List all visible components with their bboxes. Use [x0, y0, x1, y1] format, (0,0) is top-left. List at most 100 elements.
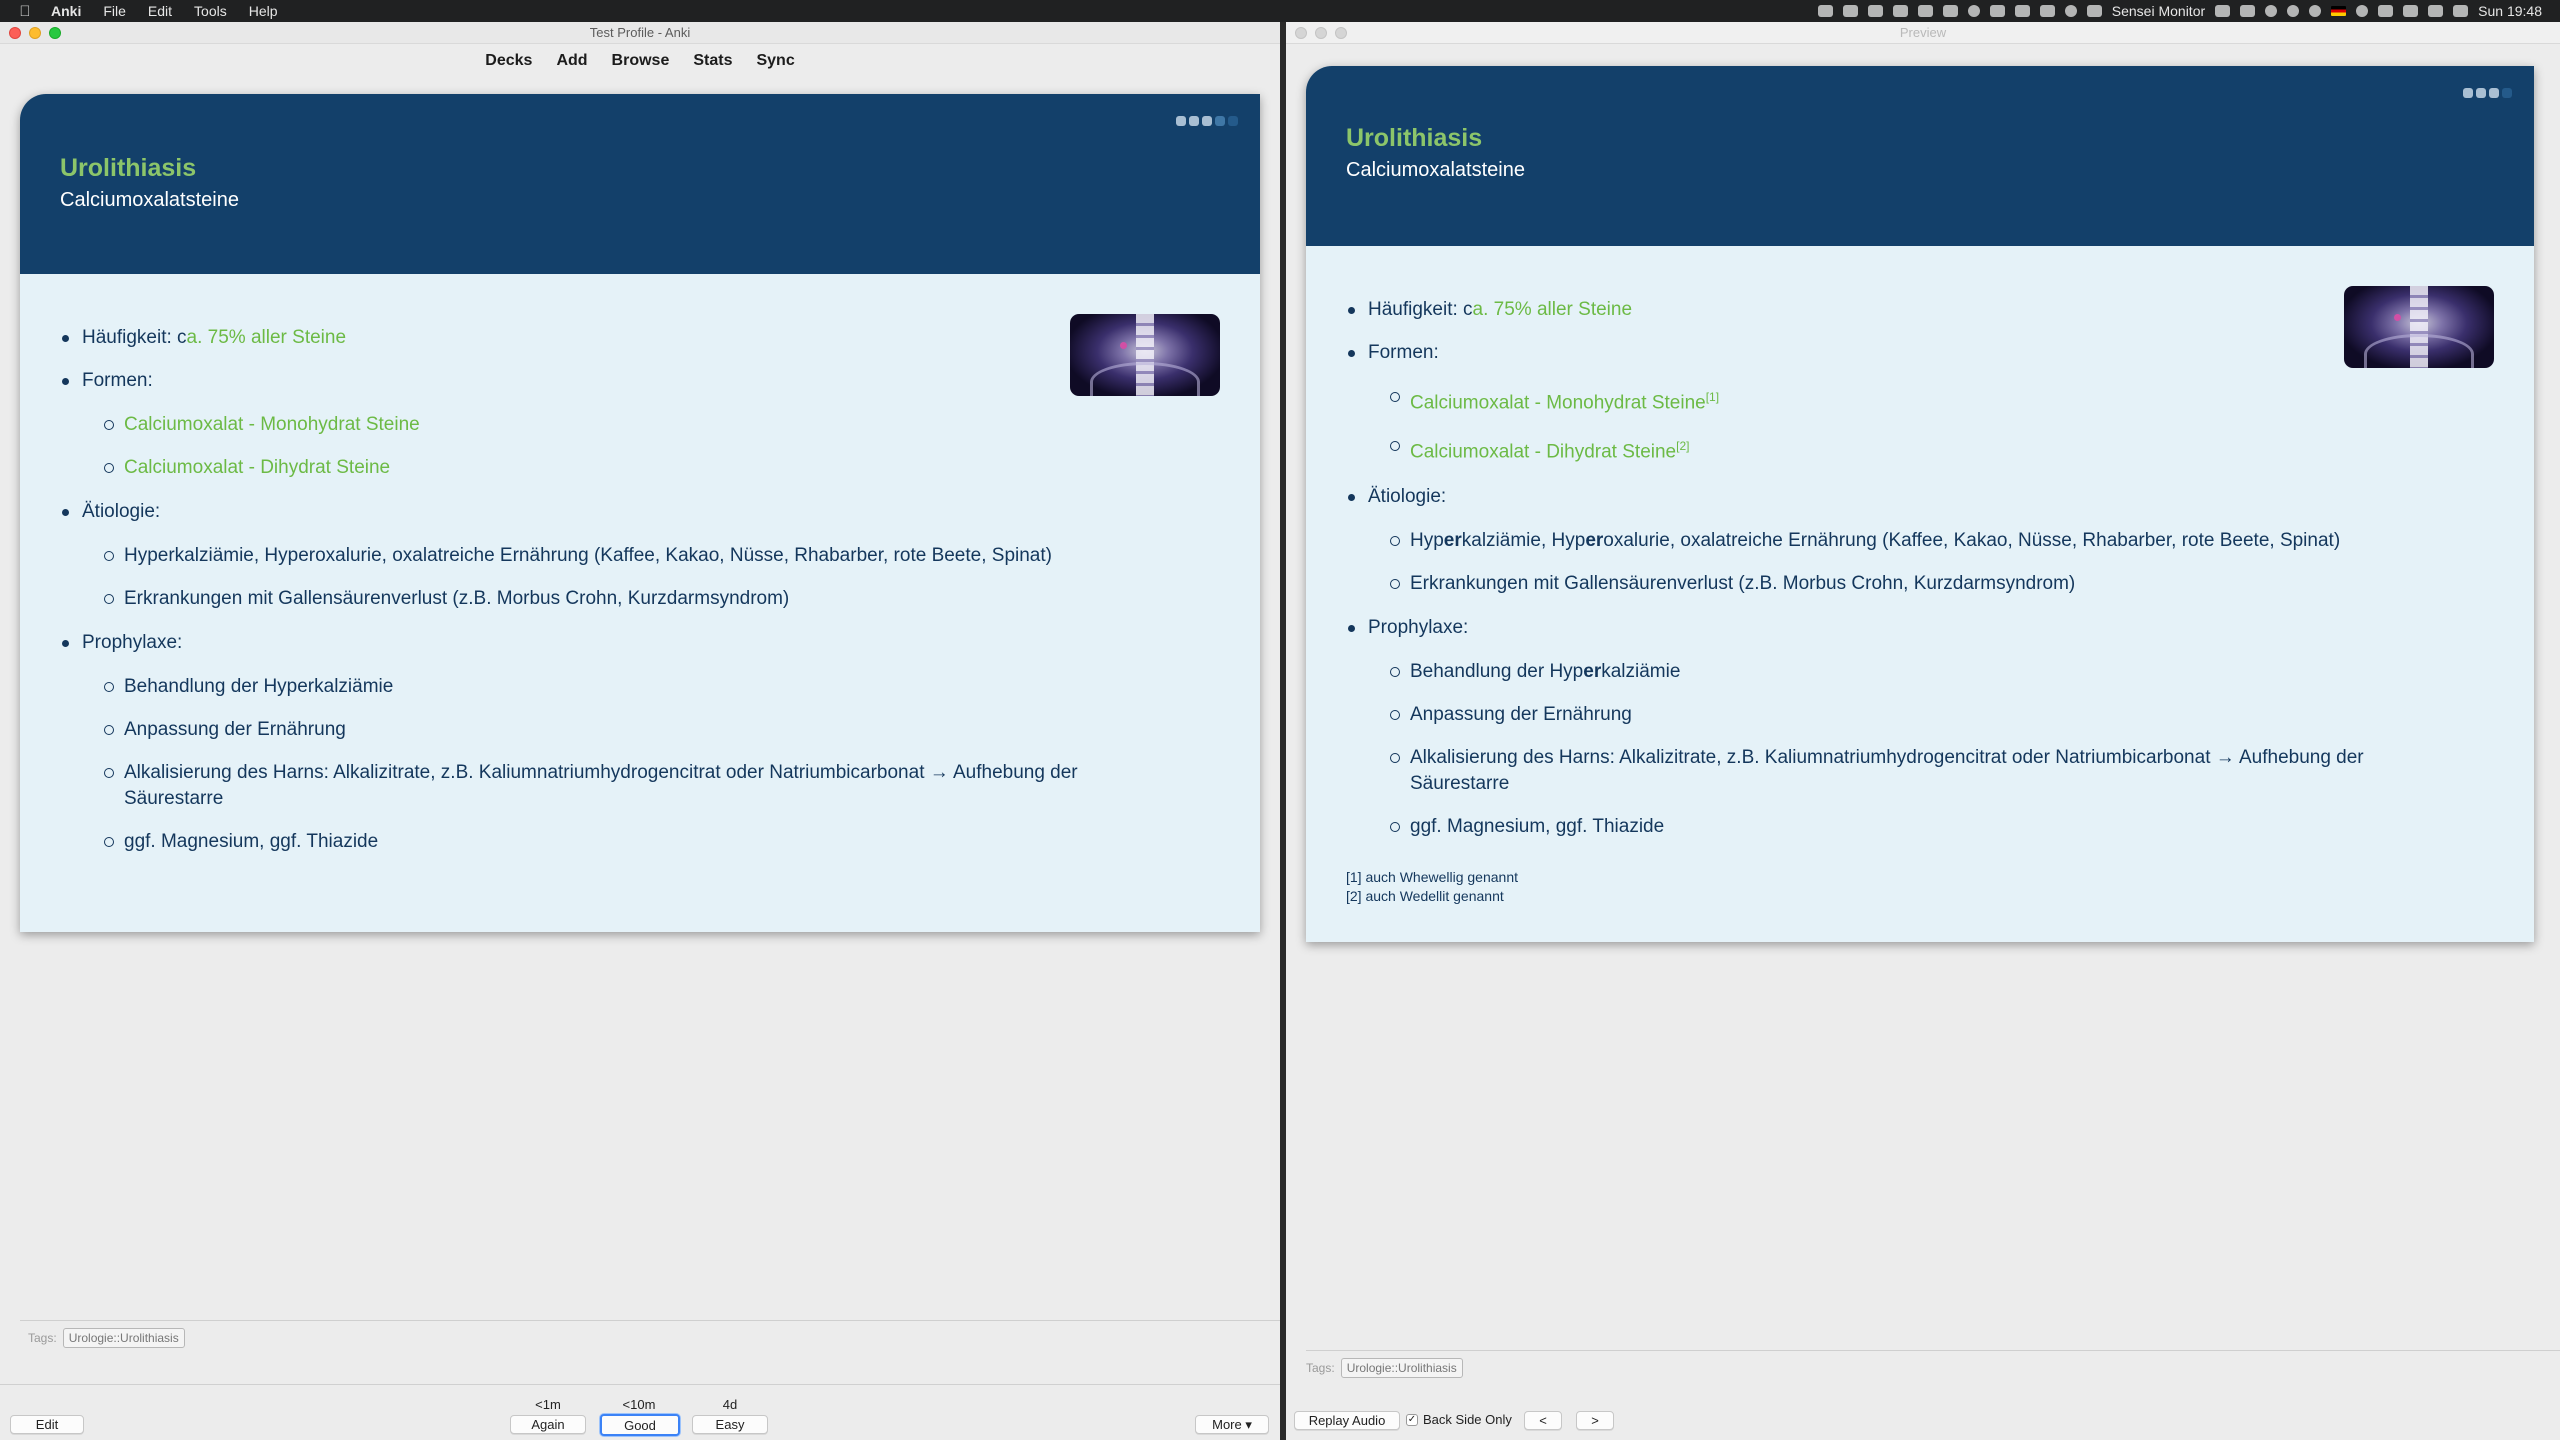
minimize-icon[interactable]: [29, 27, 41, 39]
toolbar-add[interactable]: Add: [544, 52, 599, 70]
list-item: Calciumoxalat - Dihydrat Steine: [102, 455, 1220, 481]
zoom-icon[interactable]: [1335, 27, 1347, 39]
card-subtitle: Calciumoxalatsteine: [1346, 159, 1525, 181]
preview-title: Preview: [1899, 25, 1947, 40]
preview-window-controls: [1295, 27, 1347, 39]
footnote: [2] auch Wedellit genannt: [1346, 887, 1504, 904]
list-item: Hyperkalziämie, Hyperoxalurie, oxalatrei…: [1388, 528, 2494, 554]
vpn-icon[interactable]: [2265, 5, 2278, 17]
status-area: Sensei Monitor Sun 19:48: [1817, 3, 2560, 19]
card-subtitle: Calciumoxalatsteine: [60, 189, 239, 211]
zoom-icon[interactable]: [49, 27, 61, 39]
menubar:  Anki File Edit Tools Help Sensei Monit…: [0, 0, 2560, 22]
again-button[interactable]: Again: [510, 1415, 586, 1434]
list-item: ggf. Magnesium, ggf. Thiazide: [102, 829, 1220, 855]
cloud-sync-icon[interactable]: [1842, 5, 1858, 17]
card-body: Häufigkeit: ca. 75% aller Steine Formen:…: [1306, 246, 2534, 906]
check-icon[interactable]: [1967, 5, 1980, 17]
footnote-ref[interactable]: [2]: [1676, 439, 1689, 453]
grid-icon[interactable]: [1892, 5, 1908, 17]
more-button[interactable]: More ▾: [1195, 1415, 1269, 1434]
list-item: Hyperkalziämie, Hyperoxalurie, oxalatrei…: [102, 543, 1220, 569]
back-side-only-label: Back Side Only: [1423, 1412, 1512, 1427]
list-item: Erkrankungen mit Gallensäurenverlust (z.…: [1388, 571, 2494, 597]
toolbar-browse[interactable]: Browse: [600, 52, 682, 70]
footnote: [1] auch Whewellig genannt: [1346, 868, 1518, 885]
airplay-icon[interactable]: [2453, 5, 2469, 17]
list-item: Calciumoxalat - Dihydrat Steine[2]: [1388, 433, 2494, 465]
preview-window: Preview Urolithiasis Calciumoxalatsteine…: [1286, 22, 2560, 1440]
german-flag-icon[interactable]: [2331, 6, 2347, 16]
main-toolbar: Decks Add Browse Stats Sync: [0, 44, 1280, 78]
card-title: Urolithiasis: [1346, 124, 1483, 152]
toolbar-decks[interactable]: Decks: [473, 52, 544, 70]
wifi-icon[interactable]: [2403, 5, 2419, 17]
apple-icon[interactable]: : [10, 3, 40, 20]
list-item: Erkrankungen mit Gallensäurenverlust (z.…: [102, 586, 1220, 612]
easy-button[interactable]: Easy: [692, 1415, 768, 1434]
toolbar-sync[interactable]: Sync: [744, 52, 806, 70]
cloud-icon[interactable]: [1817, 5, 1833, 17]
screen-icon[interactable]: [2014, 5, 2030, 17]
answer-bar: Edit <1m <10m 4d Again Good Easy More ▾: [0, 1384, 1280, 1440]
menu-app[interactable]: Anki: [40, 0, 92, 22]
list-item: Anpassung der Ernährung: [1388, 702, 2494, 728]
card-header: Urolithiasis Calciumoxalatsteine: [1306, 66, 2534, 246]
volume-icon[interactable]: [2428, 5, 2444, 17]
menu-file[interactable]: File: [92, 0, 137, 22]
menu-edit[interactable]: Edit: [137, 0, 183, 22]
due-again: <1m: [535, 1397, 561, 1412]
fan-icon[interactable]: [1942, 5, 1958, 17]
edit-button[interactable]: Edit: [10, 1415, 84, 1434]
tag-chip[interactable]: Urologie::Urolithiasis: [1340, 1357, 1463, 1378]
calendar-icon[interactable]: [2240, 5, 2256, 17]
list-item: Ätiologie: Hyperkalziämie, Hyperoxalurie…: [1346, 485, 2494, 597]
bluetooth-icon[interactable]: [2378, 5, 2394, 17]
tags-label: Tags:: [28, 1330, 57, 1345]
main-window: Test Profile - Anki Decks Add Browse Sta…: [0, 22, 1280, 1440]
list-item: Formen: Calciumoxalat - Monohydrat Stein…: [60, 369, 1220, 481]
sensei-monitor[interactable]: Sensei Monitor: [2112, 3, 2205, 19]
card-body: Häufigkeit: ca. 75% aller Steine Formen:…: [20, 274, 1260, 855]
preview-tags-bar: Tags: Urologie::Urolithiasis: [1306, 1350, 2560, 1384]
good-button[interactable]: Good: [600, 1414, 680, 1436]
close-icon[interactable]: [9, 27, 21, 39]
card-front: Urolithiasis Calciumoxalatsteine Häufigk…: [20, 94, 1260, 932]
card-preview: Urolithiasis Calciumoxalatsteine Häufigk…: [1306, 66, 2534, 942]
replay-audio-button[interactable]: Replay Audio: [1294, 1411, 1400, 1430]
minimize-icon[interactable]: [1315, 27, 1327, 39]
dropbox-icon[interactable]: [1917, 5, 1933, 17]
list-item: Calciumoxalat - Monohydrat Steine: [102, 412, 1220, 438]
list-item: Ätiologie: Hyperkalziämie, Hyperoxalurie…: [60, 500, 1220, 612]
memory-icon[interactable]: [2215, 5, 2231, 17]
search-icon[interactable]: [2287, 5, 2300, 17]
user-icon[interactable]: [2356, 5, 2369, 17]
list-item: Alkalisierung des Harns: Alkalizitrate, …: [102, 760, 1182, 812]
menu-tools[interactable]: Tools: [183, 0, 238, 22]
tag-chip[interactable]: Urologie::Urolithiasis: [62, 1327, 185, 1348]
previous-button[interactable]: <: [1524, 1411, 1562, 1430]
next-button[interactable]: >: [1576, 1411, 1614, 1430]
focus-icon[interactable]: [2064, 5, 2077, 17]
safari-icon[interactable]: [2309, 5, 2322, 17]
window-title: Test Profile - Anki: [589, 25, 691, 40]
card-header: Urolithiasis Calciumoxalatsteine: [20, 94, 1260, 274]
monitor-icon[interactable]: [2086, 5, 2102, 17]
due-easy: 4d: [722, 1397, 738, 1412]
footnote-ref[interactable]: [1]: [1706, 390, 1719, 404]
list-item: Häufigkeit: ca. 75% aller Steine: [60, 326, 1220, 350]
screenshot-icon[interactable]: [1989, 5, 2005, 17]
clock[interactable]: Sun 19:48: [2478, 3, 2542, 19]
card-title: Urolithiasis: [60, 154, 197, 182]
tags-label: Tags:: [1306, 1360, 1335, 1375]
back-side-only-toggle[interactable]: ✓ Back Side Only: [1406, 1412, 1512, 1427]
creative-cloud-icon[interactable]: [1867, 5, 1883, 17]
menu-help[interactable]: Help: [238, 0, 289, 22]
notification-icon[interactable]: [2039, 5, 2055, 17]
list-item: ggf. Magnesium, ggf. Thiazide: [1388, 814, 2494, 840]
close-icon[interactable]: [1295, 27, 1307, 39]
toolbar-stats[interactable]: Stats: [681, 52, 744, 70]
checkbox[interactable]: ✓: [1406, 1413, 1418, 1426]
progress-dots: [1176, 116, 1238, 126]
window-controls: [9, 27, 61, 39]
